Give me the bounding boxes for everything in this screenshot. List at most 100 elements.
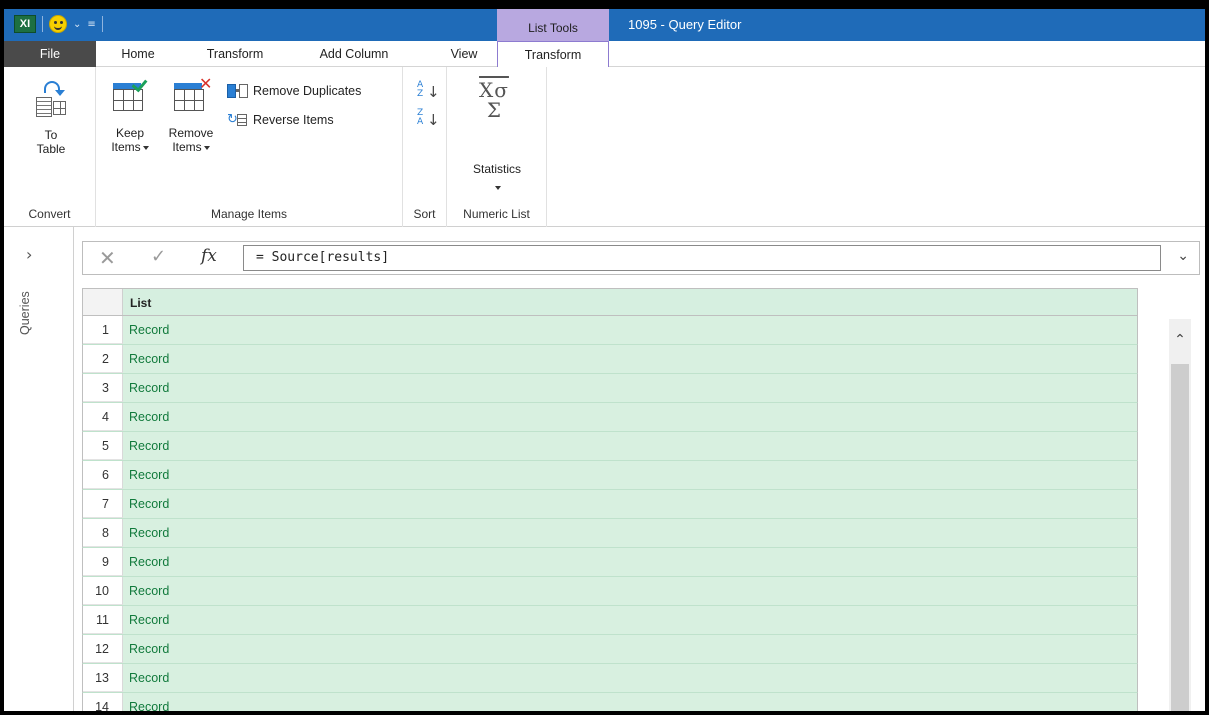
cancel-formula-icon[interactable]: ✕ <box>99 246 116 270</box>
row-number[interactable]: 2 <box>83 345 123 373</box>
list-cell[interactable]: Record <box>123 345 1137 373</box>
tab-file[interactable]: File <box>4 41 96 67</box>
list-cell[interactable]: Record <box>123 403 1137 431</box>
row-number[interactable]: 11 <box>83 606 123 634</box>
column-header-list[interactable]: List <box>130 296 151 310</box>
customize-qat-icon[interactable]: ≡ <box>87 19 95 30</box>
statistics-icon: Xσ Σ <box>479 78 509 122</box>
tab-home[interactable]: Home <box>108 41 168 67</box>
list-cell[interactable]: Record <box>123 490 1137 518</box>
list-cell[interactable]: Record <box>123 664 1137 692</box>
tab-list-transform[interactable]: Transform <box>497 41 609 68</box>
list-cell[interactable]: Record <box>123 635 1137 663</box>
reverse-items-icon: ↻ <box>227 112 249 128</box>
sort-descending-icon[interactable]: Z A ↓ <box>417 109 440 131</box>
list-cell[interactable]: Record <box>123 577 1137 605</box>
list-cell[interactable]: Record <box>123 461 1137 489</box>
table-row[interactable]: 11 Record <box>82 606 1138 635</box>
table-row[interactable]: 1 Record <box>82 316 1138 345</box>
contextual-tab-group: List Tools <box>497 9 609 41</box>
row-number[interactable]: 7 <box>83 490 123 518</box>
grid-corner[interactable] <box>83 289 123 315</box>
smiley-feedback-icon[interactable] <box>49 15 67 33</box>
row-number[interactable]: 12 <box>83 635 123 663</box>
row-number[interactable]: 13 <box>83 664 123 692</box>
list-cell[interactable]: Record <box>123 548 1137 576</box>
table-row[interactable]: 12 Record <box>82 635 1138 664</box>
table-row[interactable]: 7 Record <box>82 490 1138 519</box>
list-cell[interactable]: Record <box>123 606 1137 634</box>
keep-items-icon <box>113 75 148 115</box>
row-number[interactable]: 4 <box>83 403 123 431</box>
table-row[interactable]: 4 Record <box>82 403 1138 432</box>
row-number[interactable]: 8 <box>83 519 123 547</box>
vertical-scrollbar[interactable]: ⌃ <box>1169 319 1191 711</box>
data-grid: List 1 Record 2 Record 3 Record 4 Record 5 Record… <box>82 288 1138 711</box>
group-label-manage-items: Manage Items <box>210 207 288 221</box>
group-label-numeric-list: Numeric List <box>463 207 530 221</box>
window-title: 1095 - Query Editor <box>628 17 742 32</box>
row-number[interactable]: 14 <box>83 693 123 711</box>
statistics-button[interactable]: Xσ Σ Statistics <box>447 67 547 197</box>
list-cell[interactable]: Record <box>123 519 1137 547</box>
keep-items-label-2: Items <box>110 140 150 154</box>
sort-ascending-icon[interactable]: A Z ↓ <box>417 81 440 103</box>
ribbon: To Table Convert Keep Items ✕ Remove Ite… <box>4 67 1205 227</box>
list-cell[interactable]: Record <box>123 316 1137 344</box>
fx-icon[interactable]: fx <box>201 246 217 266</box>
table-row[interactable]: 9 Record <box>82 548 1138 577</box>
remove-items-label-1: Remove <box>168 126 214 140</box>
chevron-down-icon[interactable]: ⌄ <box>73 19 81 30</box>
reverse-items-label: Reverse Items <box>253 113 334 127</box>
to-table-button[interactable]: To Table <box>26 81 76 156</box>
remove-duplicates-button[interactable]: Remove Duplicates <box>227 83 361 99</box>
row-number[interactable]: 1 <box>83 316 123 344</box>
formula-input[interactable]: = Source[results] <box>243 245 1161 271</box>
tab-view[interactable]: View <box>436 41 492 67</box>
row-number[interactable]: 5 <box>83 432 123 460</box>
dropdown-caret-icon <box>495 185 501 190</box>
tab-transform[interactable]: Transform <box>190 41 280 67</box>
qat-separator <box>42 16 43 32</box>
group-label-convert: Convert <box>28 207 71 221</box>
table-row[interactable]: 2 Record <box>82 345 1138 374</box>
window-frame: XI ⌄ ≡ List Tools 1095 - Query Editor Fi… <box>0 0 1209 715</box>
group-manage-items: Keep Items ✕ Remove Items Remove Duplica… <box>96 67 403 227</box>
formula-bar: ✕ ✓ fx = Source[results] ⌄ <box>82 241 1200 275</box>
reverse-items-button[interactable]: ↻ Reverse Items <box>227 112 334 128</box>
table-row[interactable]: 8 Record <box>82 519 1138 548</box>
dropdown-caret-icon <box>142 145 149 150</box>
table-row[interactable]: 5 Record <box>82 432 1138 461</box>
table-row[interactable]: 6 Record <box>82 461 1138 490</box>
table-row[interactable]: 14 Record <box>82 693 1138 711</box>
remove-items-label-2: Items <box>166 140 216 154</box>
accept-formula-icon[interactable]: ✓ <box>151 246 166 267</box>
remove-duplicates-icon <box>227 83 249 99</box>
keep-items-button[interactable]: Keep Items <box>110 75 150 154</box>
scroll-up-chevron-icon[interactable]: ⌃ <box>1169 319 1191 361</box>
row-number[interactable]: 9 <box>83 548 123 576</box>
group-convert: To Table Convert <box>4 67 96 227</box>
expand-pane-chevron-icon[interactable]: › <box>26 245 32 264</box>
tab-add-column[interactable]: Add Column <box>301 41 407 67</box>
table-row[interactable]: 3 Record <box>82 374 1138 403</box>
expand-formula-chevron-icon[interactable]: ⌄ <box>1177 248 1189 264</box>
row-number[interactable]: 3 <box>83 374 123 402</box>
remove-items-button[interactable]: ✕ Remove Items <box>166 76 216 155</box>
scrollbar-thumb[interactable] <box>1171 364 1189 711</box>
main-content: › Queries ✕ ✓ fx = Source[results] ⌄ Lis… <box>4 227 1205 711</box>
grid-rows: 1 Record 2 Record 3 Record 4 Record 5 Record 6 Reco… <box>82 316 1138 711</box>
quick-access-toolbar: XI ⌄ ≡ <box>14 15 103 33</box>
list-cell[interactable]: Record <box>123 693 1137 711</box>
list-cell[interactable]: Record <box>123 374 1137 402</box>
table-row[interactable]: 10 Record <box>82 577 1138 606</box>
row-number[interactable]: 10 <box>83 577 123 605</box>
group-sort: A Z ↓ Z A ↓ Sort <box>403 67 447 227</box>
keep-items-label-1: Keep <box>115 126 145 140</box>
queries-pane-label[interactable]: Queries <box>18 291 32 335</box>
group-label-sort: Sort <box>413 207 436 221</box>
row-number[interactable]: 6 <box>83 461 123 489</box>
excel-logo-icon[interactable]: XI <box>14 15 36 33</box>
list-cell[interactable]: Record <box>123 432 1137 460</box>
table-row[interactable]: 13 Record <box>82 664 1138 693</box>
